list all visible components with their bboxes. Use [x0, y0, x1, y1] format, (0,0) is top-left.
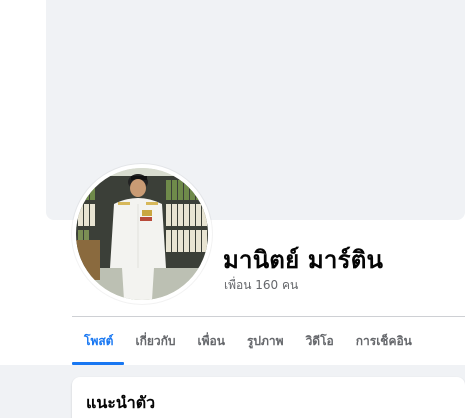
tab-about-label: เกี่ยวกับ — [135, 333, 176, 348]
tab-about[interactable]: เกี่ยวกับ — [124, 317, 186, 365]
tab-videos-label: วิดีโอ — [305, 333, 334, 348]
profile-name: มานิตย์ มาร์ติน — [223, 246, 384, 274]
profile-page: มานิตย์ มาร์ติน เพื่อน 160 คน โพสต์ เกี่… — [0, 0, 465, 418]
tab-photos-label: รูปภาพ — [246, 333, 284, 348]
intro-title: แนะนำตัว — [86, 393, 156, 412]
tab-videos[interactable]: วิดีโอ — [295, 317, 345, 365]
profile-photo — [76, 168, 208, 300]
tab-posts[interactable]: โพสต์ — [72, 317, 125, 365]
tab-checkins-label: การเช็คอิน — [355, 333, 412, 348]
tab-checkins[interactable]: การเช็คอิน — [345, 317, 423, 365]
intro-card: แนะนำตัว — [72, 377, 465, 418]
tab-friends[interactable]: เพื่อน — [187, 317, 236, 365]
friends-count[interactable]: เพื่อน 160 คน — [224, 276, 298, 295]
avatar[interactable] — [72, 164, 212, 304]
profile-photo-image — [76, 168, 208, 300]
tab-friends-label: เพื่อน — [197, 333, 225, 348]
profile-tabs: โพสต์ เกี่ยวกับ เพื่อน รูปภาพ วิดีโอ การ… — [72, 317, 465, 365]
tab-posts-label: โพสต์ — [84, 333, 114, 348]
tab-photos[interactable]: รูปภาพ — [236, 317, 295, 365]
